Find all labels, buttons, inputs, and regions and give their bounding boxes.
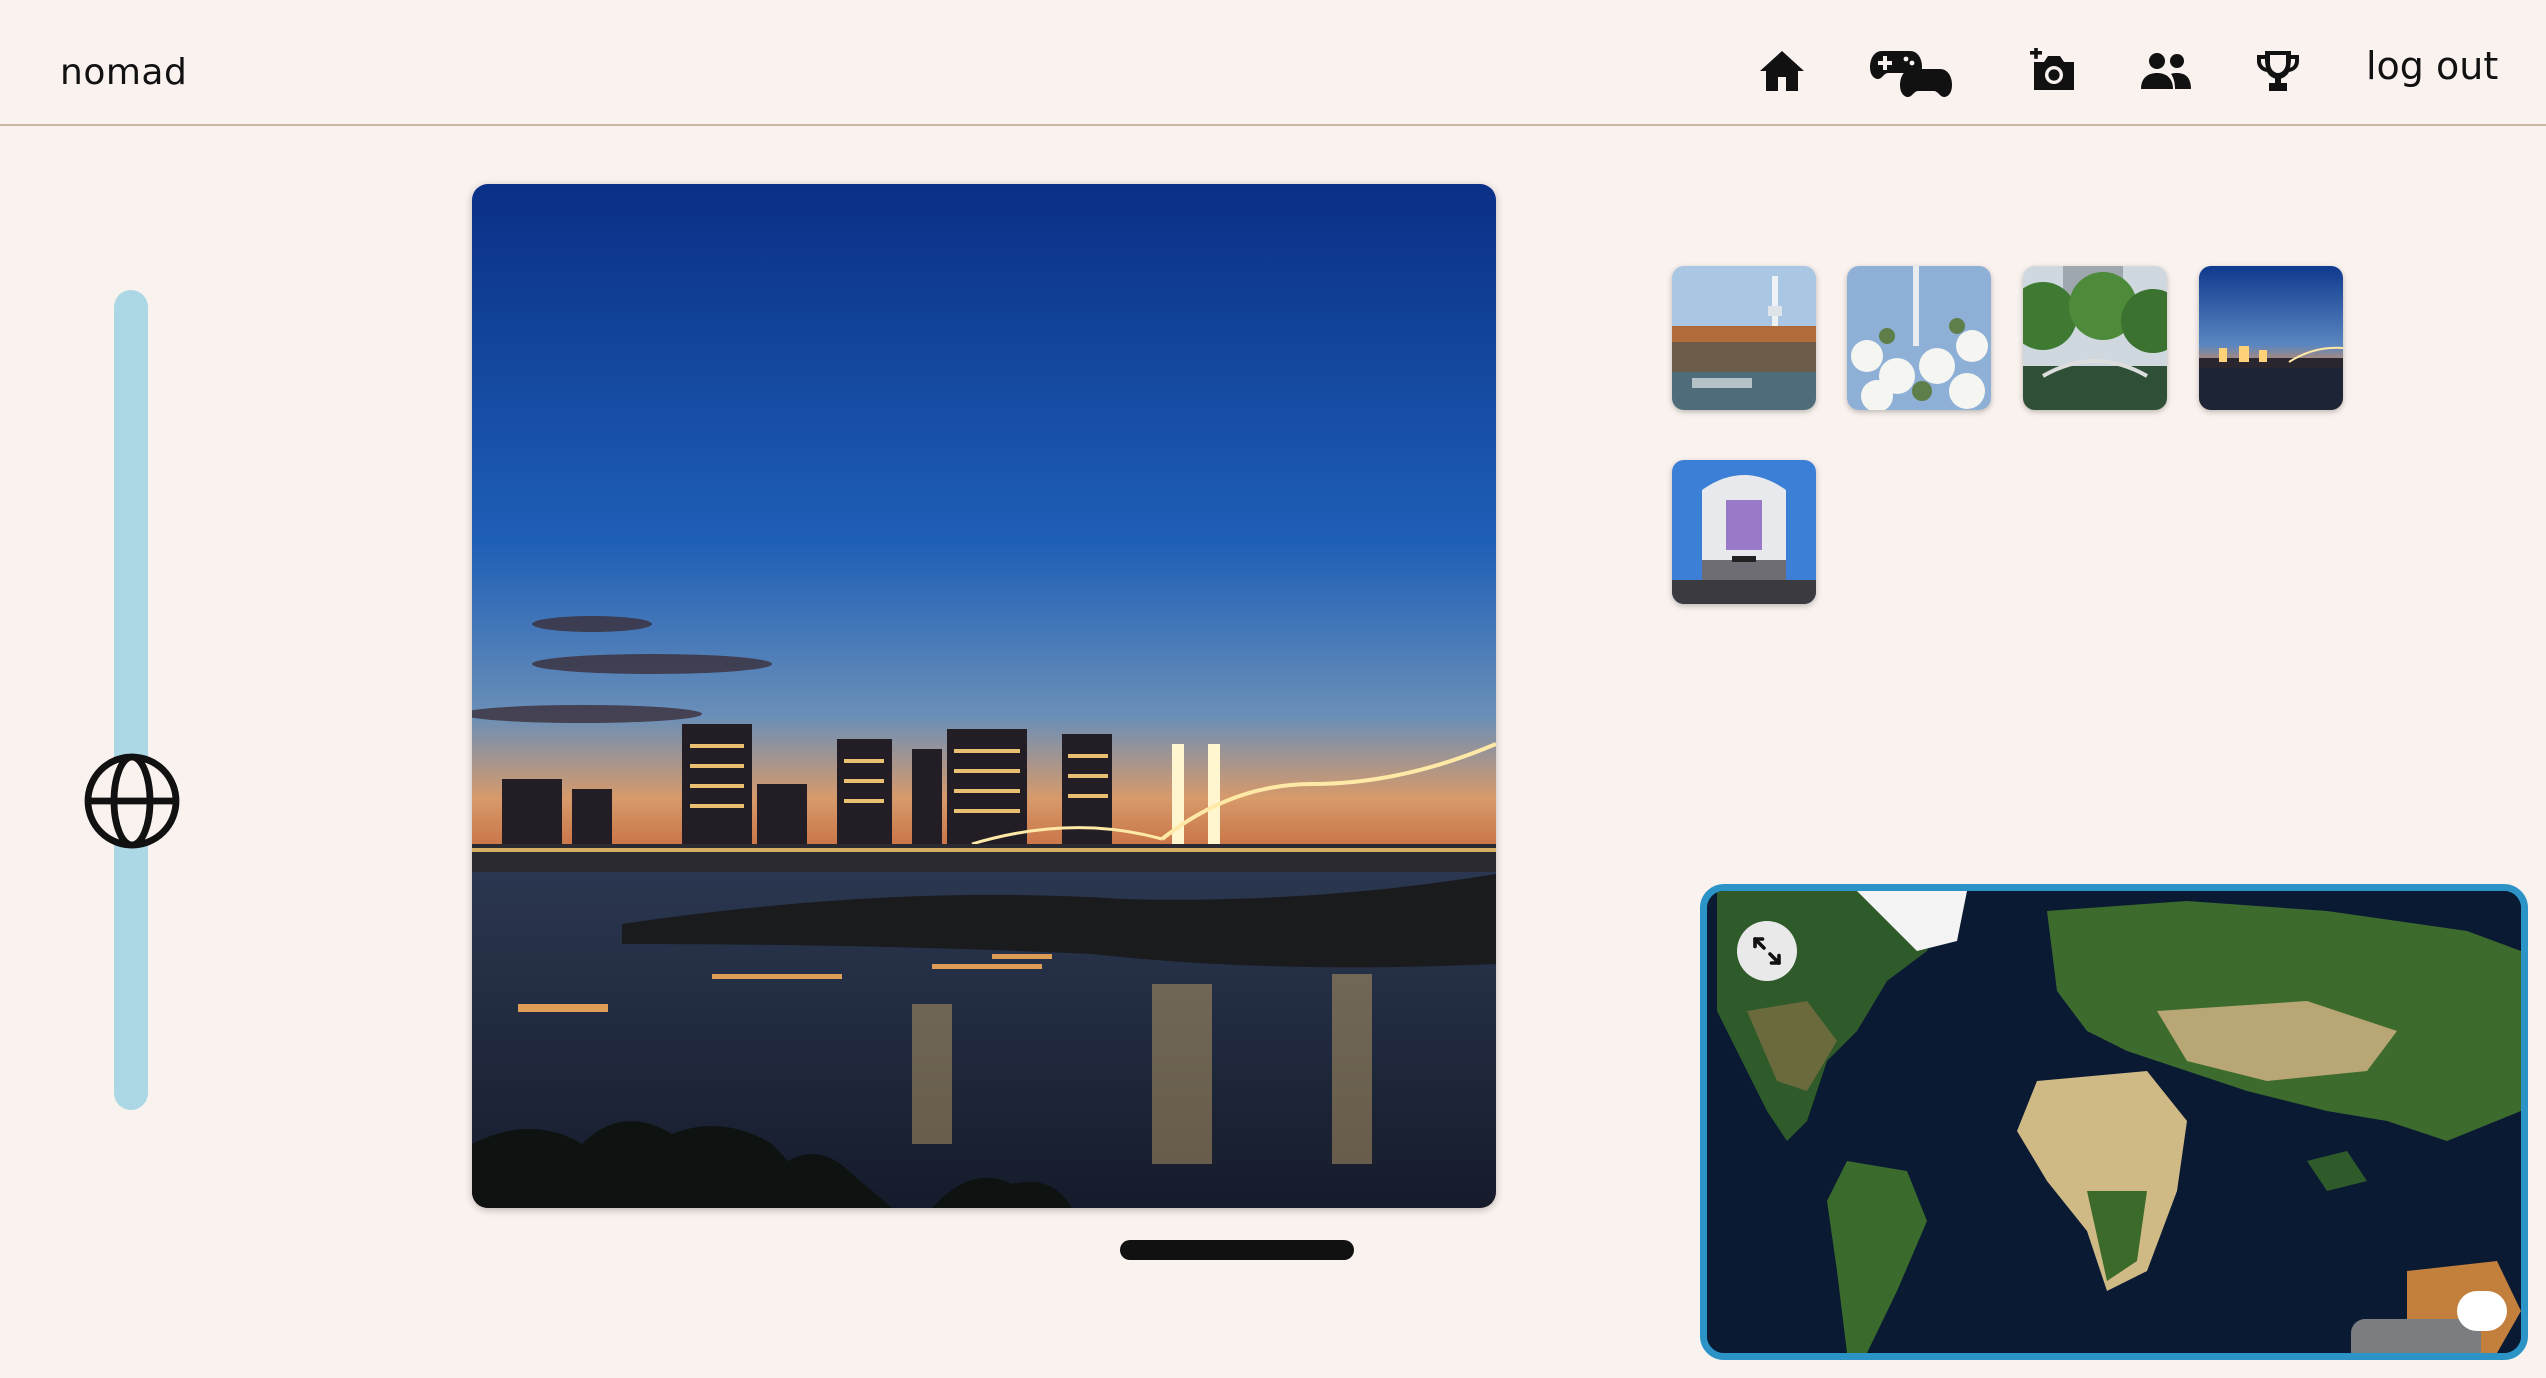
globe-icon[interactable] <box>84 753 180 849</box>
expand-icon[interactable] <box>1737 921 1797 981</box>
top-nav-bar: nomad log out <box>0 0 2546 126</box>
brand-logo[interactable]: nomad <box>60 52 187 93</box>
map-toggle-knob[interactable] <box>2457 1291 2507 1331</box>
thumbnail-2[interactable] <box>1847 266 1991 410</box>
thumbnail-5[interactable] <box>1672 460 1816 604</box>
friends-icon[interactable] <box>2140 36 2192 106</box>
thumbnail-4[interactable] <box>2199 266 2343 410</box>
map-toggle-track[interactable] <box>2351 1319 2481 1353</box>
trophy-icon[interactable] <box>2254 36 2302 106</box>
photo-drag-handle[interactable] <box>1120 1240 1354 1260</box>
add-photo-icon[interactable] <box>2028 36 2080 106</box>
home-icon[interactable] <box>1756 36 1808 106</box>
thumbnail-1[interactable] <box>1672 266 1816 410</box>
world-map[interactable] <box>1700 884 2528 1360</box>
gamepad-icon[interactable] <box>1870 36 1954 106</box>
logout-link[interactable]: log out <box>2366 44 2498 88</box>
thumbnail-3[interactable] <box>2023 266 2167 410</box>
main-photo <box>472 184 1496 1208</box>
vertical-slider-track[interactable] <box>114 290 148 1110</box>
